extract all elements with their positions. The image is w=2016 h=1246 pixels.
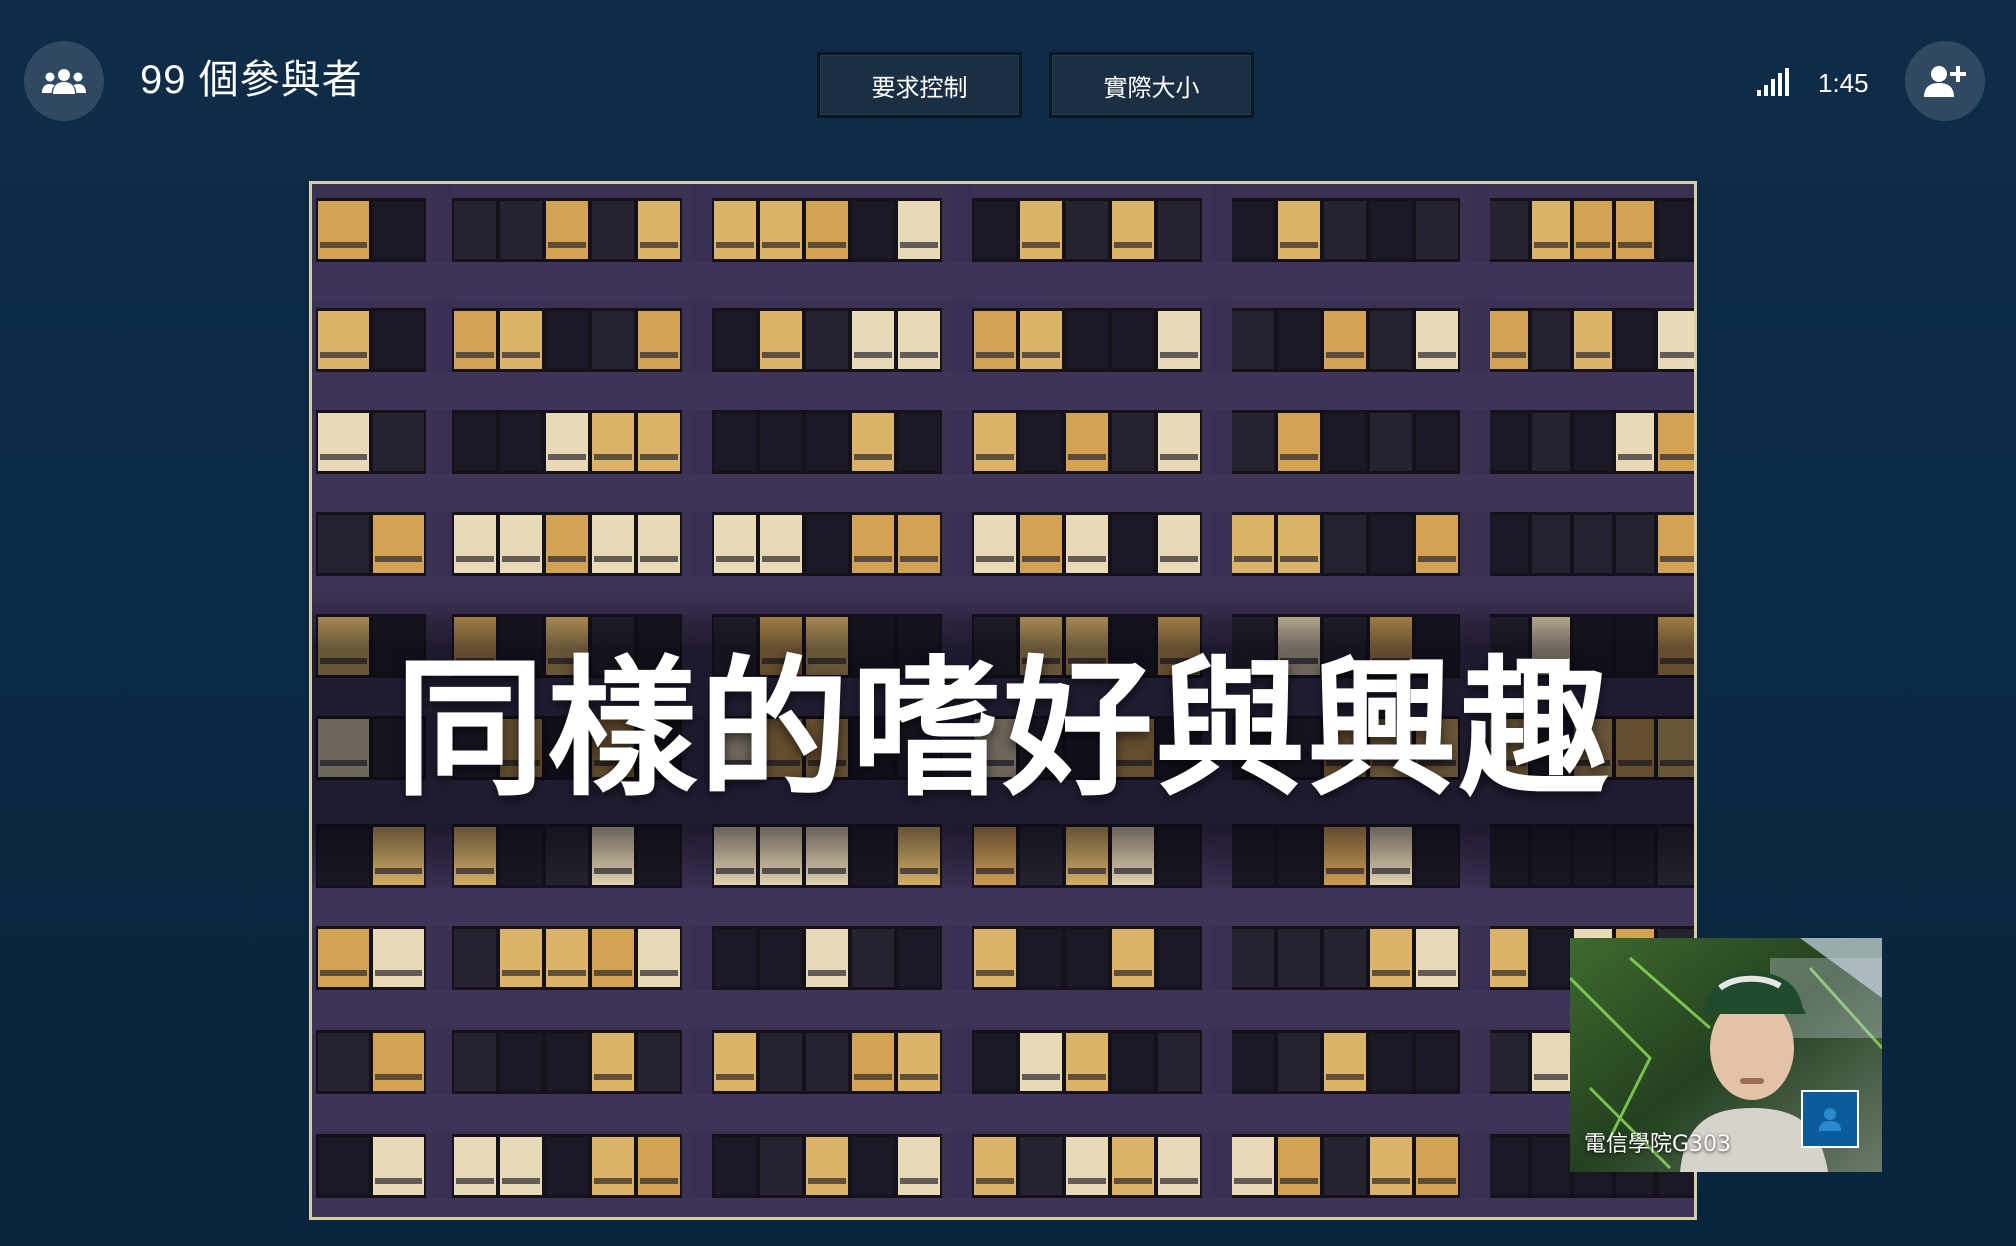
signal-strength-icon — [1757, 68, 1789, 96]
person-icon — [1819, 1108, 1841, 1131]
shared-screen[interactable]: 同樣的嗜好與興趣 — [309, 181, 1697, 1220]
slide-title: 同樣的嗜好與興趣 — [394, 641, 1611, 817]
actual-size-button[interactable]: 實際大小 — [1049, 52, 1254, 118]
participants-button[interactable] — [24, 41, 104, 121]
self-video-preview[interactable]: 電信學院G303 — [1570, 938, 1882, 1172]
call-timer: 1:45 — [1818, 68, 1869, 98]
add-person-icon — [1924, 66, 1966, 97]
avatar[interactable] — [1801, 1090, 1859, 1148]
self-name-label: 電信學院G303 — [1584, 1132, 1732, 1157]
participants-count: 99 個參與者 — [140, 58, 363, 102]
add-person-button[interactable] — [1905, 41, 1985, 121]
people-group-icon — [42, 69, 86, 94]
request-control-button[interactable]: 要求控制 — [817, 52, 1022, 118]
